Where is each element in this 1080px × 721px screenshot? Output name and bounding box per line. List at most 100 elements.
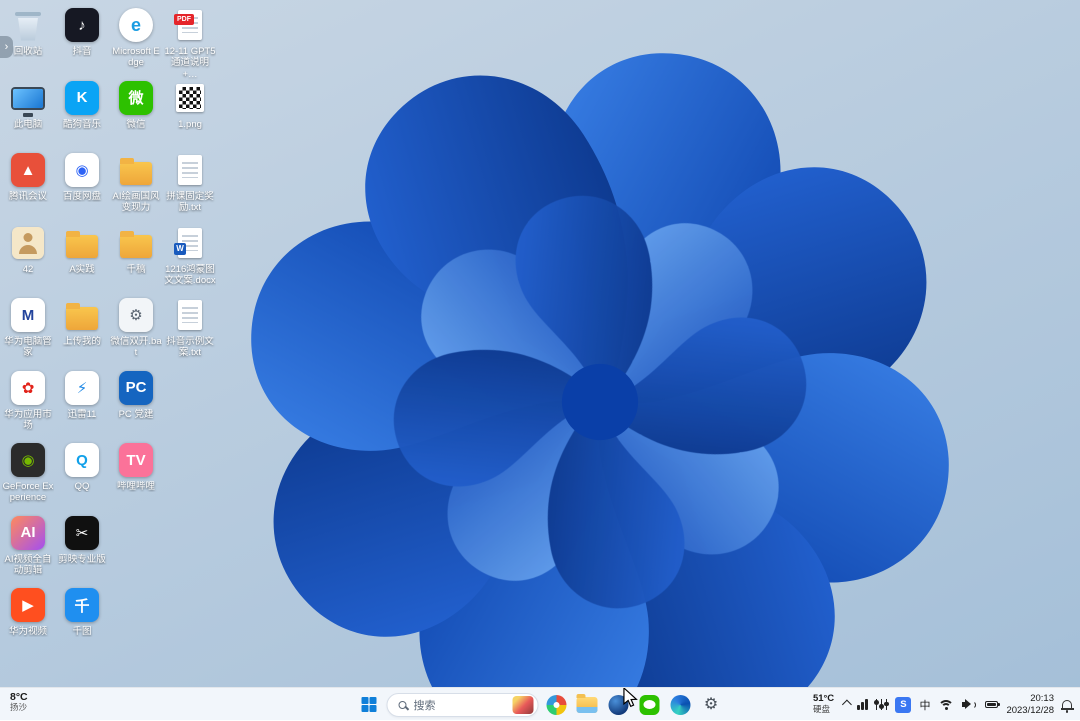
desktop-icon[interactable]: 此电脑: [2, 79, 54, 130]
desktop-icon[interactable]: 微微信: [110, 79, 162, 130]
desktop-icon[interactable]: K酷狗音乐: [56, 79, 108, 130]
performance-monitor-icon[interactable]: [857, 699, 868, 710]
desktop-icon[interactable]: 千千图: [56, 586, 108, 637]
app-tile-icon: M: [11, 298, 45, 332]
app-tile-icon: Q: [65, 443, 99, 477]
ime-icon[interactable]: S: [895, 697, 911, 713]
desktop-icon-label: 百度网盘: [56, 191, 108, 202]
desktop-icon[interactable]: 拼课固定奖励.txt: [164, 151, 216, 214]
taskbar-wechat-button[interactable]: [636, 691, 663, 718]
user-icon: [12, 227, 44, 259]
desktop-icon-label: 抖音示例文案.txt: [164, 336, 216, 359]
text-file-icon: [178, 300, 202, 330]
desktop-icon-label: A实践: [56, 264, 108, 275]
wifi-icon[interactable]: [938, 700, 954, 710]
desktop-icon[interactable]: AI绘画国风变现力: [110, 151, 162, 214]
desktop-icon[interactable]: ◉ 百度网盘: [56, 151, 108, 202]
browser-sphere-icon: [608, 695, 628, 715]
start-button[interactable]: [356, 691, 383, 718]
hidden-icons-chevron-icon[interactable]: [842, 700, 852, 710]
desktop-icon-label: AI绘画国风变现力: [110, 191, 162, 214]
desktop-icon[interactable]: TV哔哩哔哩: [110, 441, 162, 492]
desktop-icon[interactable]: ▶华为视频: [2, 586, 54, 637]
text-file-icon: [178, 155, 202, 185]
desktop-icon-label: AI视频全自动剪辑: [2, 554, 54, 577]
taskbar-edge-button[interactable]: [667, 691, 694, 718]
desktop-icon-label: 上传我的: [56, 336, 108, 347]
desktop-icon[interactable]: A实践: [56, 224, 108, 275]
file-explorer-folder-icon: [577, 697, 598, 713]
desktop-icon-label: 42: [2, 264, 54, 275]
desktop-icon-label: Microsoft Edge: [110, 46, 162, 69]
desktop-icon-label: 剪映专业版: [56, 554, 108, 565]
desktop-icon-label: 拼课固定奖励.txt: [164, 191, 216, 214]
desktop-icon[interactable]: e Microsoft Edge: [110, 6, 162, 69]
desktop-icon[interactable]: ▲腾讯会议: [2, 151, 54, 202]
search-icon: [399, 701, 407, 709]
battery-icon[interactable]: [985, 701, 998, 708]
weather-widget[interactable]: 8°C 扬沙: [10, 691, 28, 713]
taskbar-search[interactable]: 搜索: [387, 693, 539, 717]
taskbar-apps: [543, 691, 725, 718]
desktop-icon[interactable]: 42: [2, 224, 54, 275]
taskbar-browser-button[interactable]: [605, 691, 632, 718]
desktop-icon[interactable]: ♪ 抖音: [56, 6, 108, 57]
desktop-icon-label: 抖音: [56, 46, 108, 57]
taskbar-settings-button[interactable]: [698, 691, 725, 718]
clock[interactable]: 20:13 2023/12/28: [1006, 693, 1054, 717]
desktop-icon[interactable]: AIAI视频全自动剪辑: [2, 514, 54, 577]
app-tile-icon: ◉: [11, 443, 45, 477]
desktop-icon[interactable]: ⚡ 迅雷11: [56, 369, 108, 420]
desktop-icon[interactable]: M华为电脑管家: [2, 296, 54, 359]
notification-bell-icon[interactable]: [1062, 700, 1072, 709]
taskbar: 8°C 扬沙 搜索 51°C 硬盘 S 中: [0, 687, 1080, 720]
mixer-icon[interactable]: [876, 699, 888, 710]
desktop-icon-label: 回收站: [2, 46, 54, 57]
desktop-icon[interactable]: 上传我的: [56, 296, 108, 347]
desktop-icon[interactable]: W1216鸿蒙图文文案.docx: [164, 224, 216, 287]
desktop-icon-label: 1216鸿蒙图文文案.docx: [164, 264, 216, 287]
desktop-icon-label: 华为视频: [2, 626, 54, 637]
language-indicator[interactable]: 中: [919, 697, 930, 713]
desktop-icon[interactable]: 1.png: [164, 79, 216, 130]
volume-icon[interactable]: [962, 699, 977, 710]
desktop-icon[interactable]: 回收站: [2, 6, 54, 57]
search-highlight-image: [513, 696, 534, 714]
app-tile-icon: e: [119, 8, 153, 42]
desktop-icon[interactable]: ✿华为应用市场: [2, 369, 54, 432]
desktop-icon[interactable]: ◉GeForce Experience: [2, 441, 54, 504]
taskbar-photos-button[interactable]: [543, 691, 570, 718]
desktop-icon[interactable]: 千稿: [110, 224, 162, 275]
taskbar-file-explorer-button[interactable]: [574, 691, 601, 718]
desktop-icon-label: 微信双开.bat: [110, 336, 162, 359]
app-tile-icon: ⚡: [65, 371, 99, 405]
desktop-icon-label: 此电脑: [2, 119, 54, 130]
hardware-temp-widget[interactable]: 51°C 硬盘: [813, 694, 834, 715]
app-tile-icon: ▲: [11, 153, 45, 187]
desktop-icon[interactable]: ⚙微信双开.bat: [110, 296, 162, 359]
desktop-icon-label: 千图: [56, 626, 108, 637]
app-tile-icon: PC: [119, 371, 153, 405]
recycle-bin-icon: [15, 10, 41, 41]
folder-icon: [66, 235, 98, 258]
date-value: 2023/12/28: [1006, 705, 1054, 717]
desktop-icon[interactable]: QQQ: [56, 441, 108, 492]
desktop-icon-label: 迅雷11: [56, 409, 108, 420]
folder-icon: [120, 162, 152, 185]
time-value: 20:13: [1030, 693, 1054, 705]
app-tile-icon: 千: [65, 588, 99, 622]
app-tile-icon: ◉: [65, 153, 99, 187]
desktop-icon[interactable]: 抖音示例文案.txt: [164, 296, 216, 359]
app-tile-icon: ♪: [65, 8, 99, 42]
pdf-file-icon: PDF: [178, 10, 202, 40]
desktop-icon[interactable]: PCPC 党建: [110, 369, 162, 420]
folder-icon: [120, 235, 152, 258]
desktop-icon[interactable]: PDF12-11 GPT5 通道说明+…: [164, 6, 216, 80]
desktop-icon-label: 哔哩哔哩: [110, 481, 162, 492]
app-tile-icon: 微: [119, 81, 153, 115]
search-placeholder: 搜索: [414, 697, 436, 713]
folder-icon: [66, 307, 98, 330]
desktop: › 回收站此电脑▲腾讯会议42M华为电脑管家✿华为应用市场◉GeForce Ex…: [0, 0, 1080, 720]
desktop-icon[interactable]: ✂剪映专业版: [56, 514, 108, 565]
desktop-icon-label: QQ: [56, 481, 108, 492]
